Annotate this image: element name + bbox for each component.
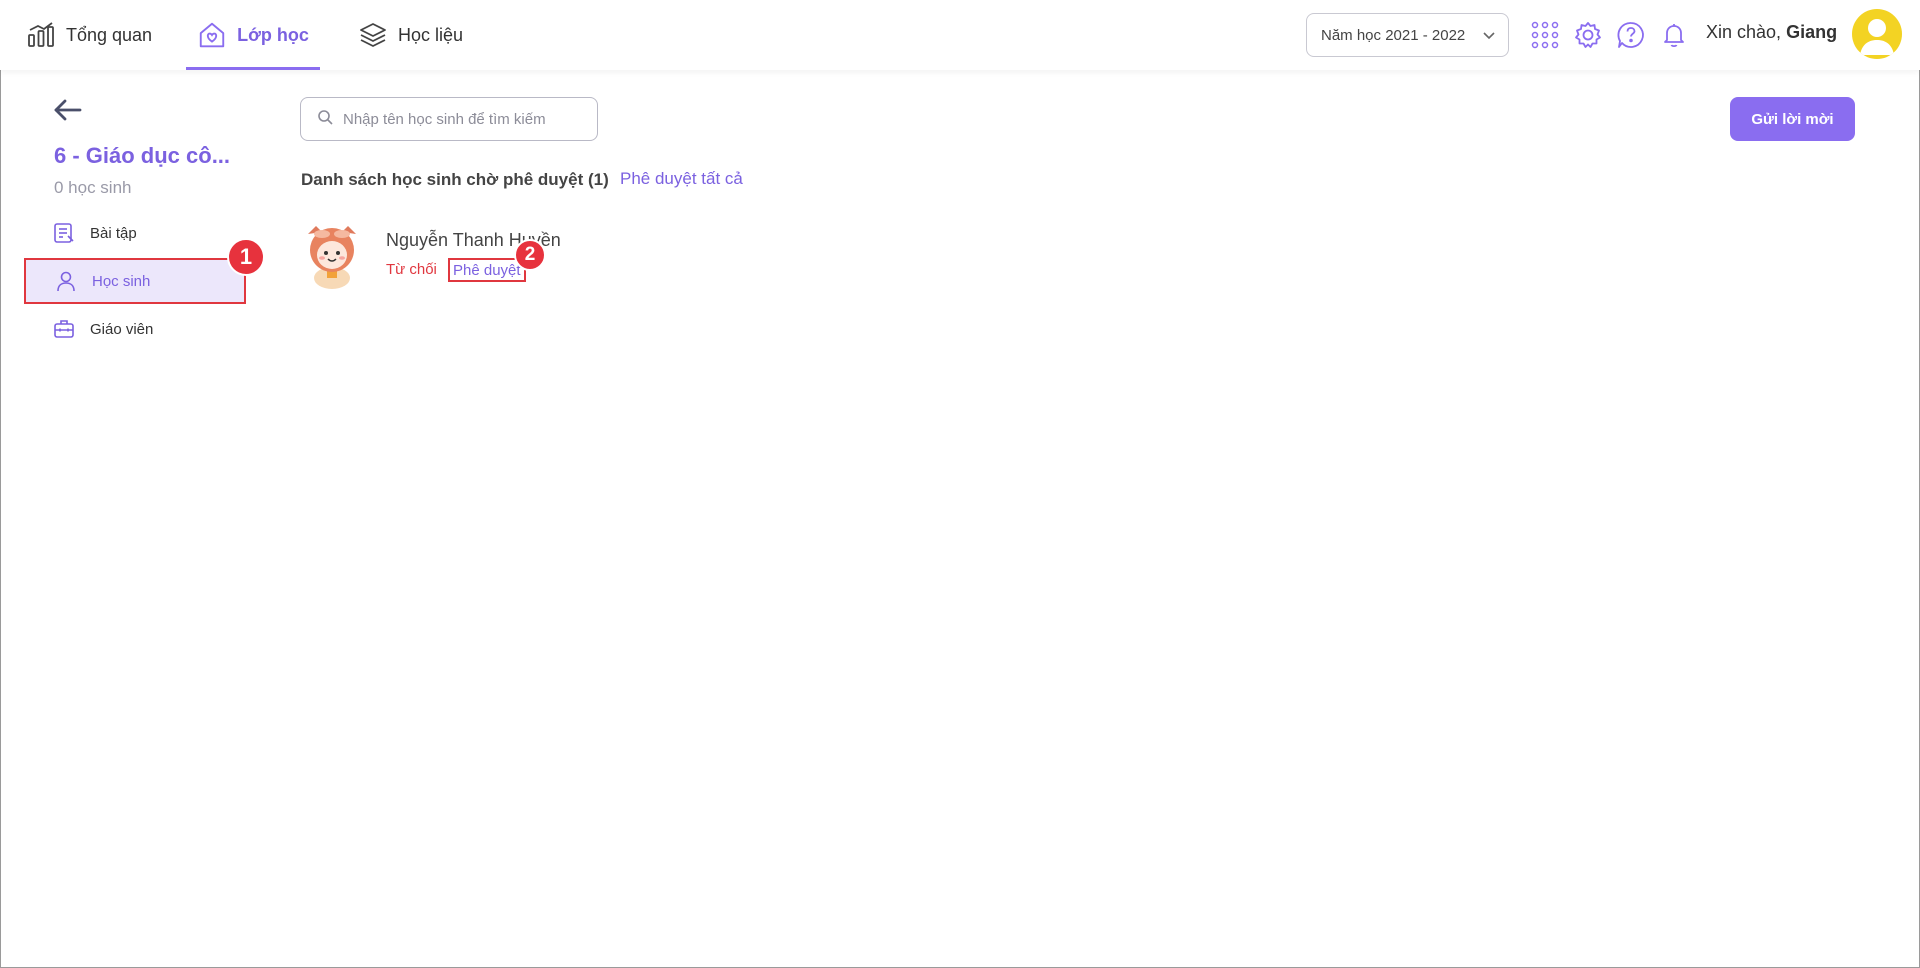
top-bar: Tổng quan Lớp học Học liệu Năm học 2021 …	[0, 0, 1920, 70]
apps-grid-icon[interactable]	[1529, 19, 1561, 51]
sidebar-item-label: Bài tập	[90, 224, 137, 242]
back-arrow-icon[interactable]	[52, 96, 84, 124]
search-icon	[317, 109, 333, 130]
greeting-prefix: Xin chào,	[1706, 22, 1782, 42]
layers-icon	[358, 20, 388, 50]
nav-overview[interactable]: Tổng quan	[26, 0, 152, 70]
bell-icon[interactable]	[1658, 19, 1690, 51]
window-frame	[0, 0, 1920, 968]
user-icon	[54, 269, 78, 293]
school-year-value: Năm học 2021 - 2022	[1321, 26, 1466, 44]
nav-material[interactable]: Học liệu	[358, 0, 463, 70]
step-badge-1: 1	[227, 238, 265, 276]
school-year-select[interactable]: Năm học 2021 - 2022	[1306, 13, 1509, 57]
nav-class[interactable]: Lớp học	[186, 0, 320, 70]
sidebar-item-teachers[interactable]: Giáo viên	[24, 306, 246, 352]
sidebar-item-label: Học sinh	[92, 272, 151, 290]
gear-icon[interactable]	[1572, 19, 1604, 51]
reject-link[interactable]: Từ chối	[386, 261, 437, 278]
class-name: 6 - Giáo dục cô...	[54, 143, 231, 168]
greeting: Xin chào, Giang	[1706, 22, 1837, 43]
assignment-icon	[52, 221, 76, 245]
sidebar-item-students[interactable]: Học sinh	[24, 258, 246, 304]
nav-material-label: Học liệu	[398, 24, 464, 45]
search-box[interactable]	[300, 97, 598, 141]
help-icon[interactable]	[1615, 19, 1647, 51]
sidebar-item-label: Giáo viên	[90, 320, 154, 338]
approve-all-link[interactable]: Phê duyệt tất cả	[620, 169, 743, 189]
student-count: 0 học sinh	[54, 178, 132, 197]
send-invite-button[interactable]: Gửi lời mời	[1730, 97, 1855, 141]
briefcase-icon	[52, 317, 76, 341]
nav-overview-label: Tổng quan	[66, 24, 153, 45]
pending-list-title: Danh sách học sinh chờ phê duyệt (1)	[301, 170, 609, 189]
chevron-down-icon	[1482, 28, 1496, 46]
house-heart-icon	[197, 20, 227, 50]
sidebar-item-assignments[interactable]: Bài tập	[24, 210, 246, 256]
chart-icon	[26, 20, 56, 50]
student-avatar	[300, 220, 364, 290]
approve-link[interactable]: Phê duyệt	[448, 258, 526, 282]
greeting-name: Giang	[1786, 22, 1838, 42]
nav-class-label: Lớp học	[237, 24, 309, 45]
search-input[interactable]	[343, 110, 573, 128]
avatar[interactable]	[1852, 9, 1902, 59]
step-badge-2: 2	[514, 239, 546, 271]
